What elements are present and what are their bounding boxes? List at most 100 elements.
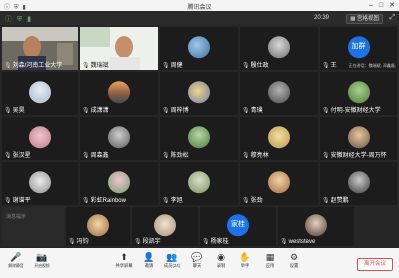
mic-icon: 🎙 (162, 153, 170, 159)
apps-icon: ▦ (265, 252, 275, 262)
avatar (108, 170, 130, 193)
settings-icon: ⚙ (289, 252, 299, 262)
message-tile: 消息提示 (2, 207, 64, 246)
raise-hand-icon: ✋ (239, 252, 251, 262)
unmute-label: 解除静音 (8, 263, 24, 268)
mic-icon: 🎙 (280, 239, 288, 245)
start-video-button[interactable]: 📷 开启视频 (30, 251, 54, 269)
invite-button[interactable]: 👤 邀请 (137, 251, 161, 269)
unmute-button[interactable]: 🎤 解除静音 (4, 251, 28, 269)
members-button[interactable]: 👥 成员(24) (160, 251, 184, 269)
apps-button[interactable]: ▦ 应用 (258, 251, 282, 269)
avatar (108, 125, 130, 148)
speaking-indicator: 正在讲话：魏瑞斌; 邓鑫磊; (348, 63, 396, 68)
minimize-icon[interactable]: – (369, 2, 373, 9)
mic-icon: 🎙 (322, 198, 330, 204)
participant-tile[interactable]: 🎙weststeve (278, 207, 354, 246)
avatar (305, 213, 327, 236)
mic-icon: 🎙 (82, 108, 90, 114)
avatar (87, 213, 109, 236)
participant-tile[interactable]: 🎙彩虹Rainbow (80, 162, 158, 205)
avatar (188, 170, 210, 193)
participant-tile[interactable]: 🎙周梓博 (160, 72, 238, 115)
participant-tile[interactable]: 🎙段凯宇 (132, 207, 198, 246)
participant-tile[interactable]: 🎙张劲 (240, 162, 318, 205)
layout-label: 宫格视图 (356, 16, 379, 22)
participant-name: 🎙李旭 (162, 198, 183, 204)
meeting-toolbar: 🎤 解除静音 📷 开启视频 ⬆ 共享屏幕 👤 邀请 👥 成员(24) 💬 聊天 … (0, 248, 399, 278)
apps-label: 应用 (265, 263, 275, 268)
shield-icon: ⛨ (17, 16, 23, 23)
message-placeholder: 消息提示 (6, 214, 27, 220)
info-icon[interactable]: ⓘ (5, 16, 12, 23)
mic-icon: 🎙 (82, 153, 90, 159)
start-video-label: 开启视频 (34, 263, 50, 268)
close-icon[interactable]: ✕ (389, 2, 395, 9)
participant-tile[interactable]: 🎙刘森/河南工业大学 (2, 27, 78, 70)
participant-name: 🎙刘森/河南工业大学 (4, 63, 63, 69)
participant-name: 🎙陈劲松 (162, 153, 189, 159)
mic-icon: 🎙 (322, 108, 330, 114)
participant-name: 🎙王 (322, 63, 337, 69)
mic-icon: 🎙 (322, 63, 330, 69)
participant-name: 🎙张汉星 (4, 153, 31, 159)
participant-tile[interactable]: 🎙李旭 (160, 162, 238, 205)
avatar (347, 80, 370, 103)
participant-tile[interactable]: 🎙谢谱平 (2, 162, 78, 205)
window-controls: – □ ✕ (363, 1, 395, 9)
title-bar: ⓘ ⛨ ▮ 腾讯会议 – □ ✕ (0, 0, 399, 11)
meeting-clock: 20:39 (313, 15, 329, 21)
fullscreen-icon[interactable]: ⤢ (389, 14, 395, 22)
participant-name: 🎙冯钧 (68, 239, 89, 245)
record-button[interactable]: ◉ 录制 (209, 251, 233, 269)
participant-tile[interactable]: 🎙殷仕政 (240, 27, 318, 70)
avatar (188, 125, 210, 148)
participant-tile[interactable]: 🎙吴昊 (2, 72, 78, 115)
invite-icon: 👤 (143, 252, 155, 262)
mic-icon: 🎙 (4, 108, 12, 114)
participant-tile[interactable]: 🎙付明-安徽财经大学 (320, 72, 397, 115)
participant-tile[interactable]: 🎙成潇潇 (80, 72, 158, 115)
participant-tile[interactable]: 🎙周森鑫 (80, 117, 158, 160)
avatar (29, 125, 51, 148)
participant-tile[interactable]: 🎙青璞 (240, 72, 318, 115)
avatar (108, 80, 130, 103)
camera-off-icon: 📷 (36, 252, 48, 262)
avatar: 家桂 (227, 213, 249, 236)
settings-button[interactable]: ⚙ 设置 (282, 251, 306, 269)
layout-switch-button[interactable]: ▦ 宫格视图 (346, 14, 383, 24)
participant-tile[interactable]: 🎙赵赞鹏 (320, 162, 397, 205)
participant-tile[interactable]: 家桂 🎙杨家桂 (200, 207, 276, 246)
participant-tile[interactable]: 🎙魏瑞斌 (80, 27, 158, 70)
avatar (29, 170, 51, 193)
participant-tile[interactable]: 🎙安徽财经大学-周万怀 (320, 117, 397, 160)
avatar (268, 125, 290, 148)
participant-tile[interactable]: 🎙周健 (160, 27, 238, 70)
settings-label: 设置 (289, 263, 299, 268)
mic-icon: 🎙 (242, 108, 250, 114)
participant-tile[interactable]: 🎙冯钧 (66, 207, 130, 246)
meeting-status-bar: ⓘ ⛨ ▮ 20:39 ▦ 宫格视图 ⤢ (0, 11, 399, 25)
participant-tile[interactable]: 🎙陈劲松 (160, 117, 238, 160)
participant-tile[interactable]: 🎙张汉星 (2, 117, 78, 160)
participant-tile[interactable]: 加群 🎙王 正在讲话：魏瑞斌; 邓鑫磊; (320, 27, 397, 70)
participant-name: 🎙张劲 (242, 198, 263, 204)
mic-icon: 🎙 (242, 198, 250, 204)
raise-hand-button[interactable]: ✋ 举手 (233, 251, 257, 269)
share-screen-button[interactable]: ⬆ 共享屏幕 (112, 251, 136, 269)
mic-icon: 🎙 (162, 108, 170, 114)
mic-icon: 🎙 (82, 198, 90, 204)
leave-meeting-button[interactable]: 离开会议 (356, 258, 393, 271)
participant-name: 🎙段凯宇 (134, 239, 161, 245)
members-icon: 👥 (166, 252, 178, 262)
mic-icon: 🎙 (202, 239, 210, 245)
maximize-icon[interactable]: □ (379, 2, 383, 9)
mic-icon: 🎙 (82, 63, 90, 69)
participant-name: 🎙彩虹Rainbow (82, 198, 126, 204)
participant-name: 🎙weststeve (280, 239, 316, 245)
chat-button[interactable]: 💬 聊天 (185, 251, 209, 269)
chat-icon: 💬 (191, 252, 203, 262)
record-icon: ◉ (217, 252, 225, 262)
avatar (347, 170, 370, 193)
participant-tile[interactable]: 🎙穆亮林 (240, 117, 318, 160)
